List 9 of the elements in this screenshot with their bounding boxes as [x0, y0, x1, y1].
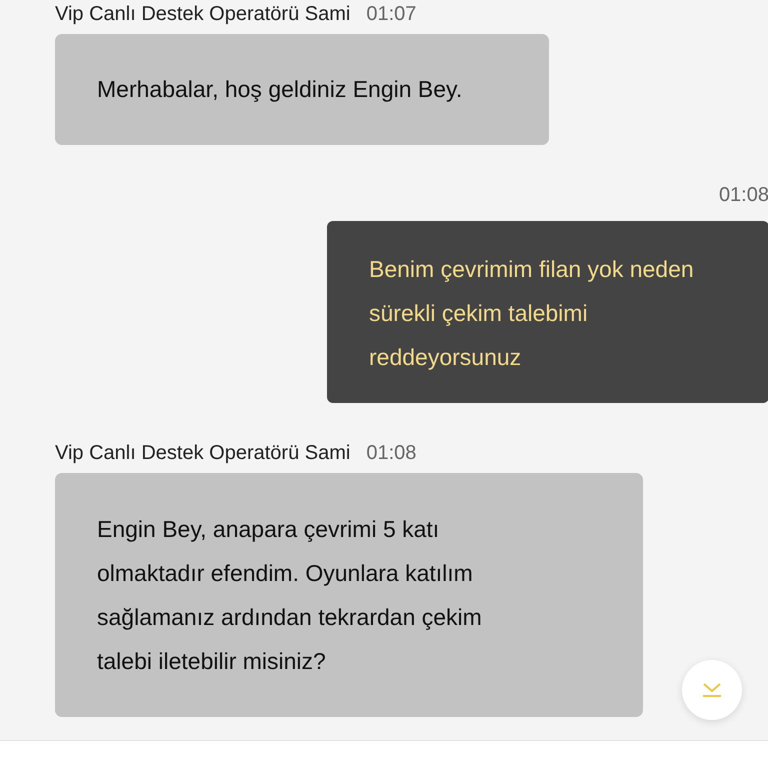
message-bubble: Merhabalar, hoş geldiniz Engin Bey. [55, 34, 549, 145]
message-time: 01:07 [366, 2, 416, 26]
message-time: 01:08 [718, 183, 768, 207]
sender-name: Vip Canlı Destek Operatörü Sami [55, 2, 350, 26]
sender-name: Vip Canlı Destek Operatörü Sami [55, 441, 350, 465]
message-bubble: Engin Bey, anapara çevrimi 5 katı olmaktadır efendim. Oyunlara katılım sağlamanız ardından tekrardan çekim talebi iletebilir misiniz? [55, 473, 643, 717]
scroll-down-icon [701, 682, 723, 698]
message-bubble: Benim çevrimim filan yok neden sürekli çekim talebimi reddeyorsunuz [327, 221, 768, 403]
message-time: 01:08 [366, 441, 416, 465]
